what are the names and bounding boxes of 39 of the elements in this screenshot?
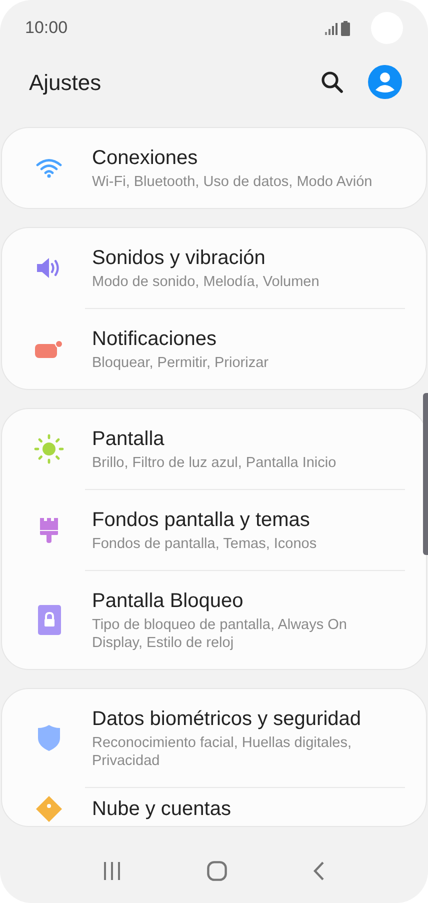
speaker-icon — [36, 256, 62, 280]
home-icon[interactable] — [207, 861, 227, 881]
settings-item[interactable]: Pantalla Bloqueo Tipo de bloqueo de pantalla, Always On Display, Estilo de reloj — [2, 571, 426, 669]
wifi-icon — [36, 158, 62, 178]
item-title: Datos biométricos y seguridad — [92, 707, 362, 732]
item-subtitle: Reconocimiento facial, Huellas digitales, Privacidad — [92, 734, 353, 770]
shield-icon — [38, 725, 60, 751]
settings-item[interactable]: Sonidos y vibración Modo de sonido, Melodía, Volumen — [2, 228, 426, 308]
item-title: Pantalla Bloqueo — [92, 589, 244, 614]
back-icon[interactable] — [313, 861, 325, 881]
item-subtitle: Wi-Fi, Bluetooth, Uso de datos, Modo Avión — [92, 173, 372, 191]
item-title: Notificaciones — [92, 327, 218, 352]
settings-item[interactable]: Notificaciones Bloquear, Permitir, Priorizar — [2, 309, 426, 389]
item-subtitle: Modo de sonido, Melodía, Volumen — [92, 273, 320, 291]
notification-icon — [35, 340, 63, 358]
page-title: Ajustes — [29, 68, 102, 97]
recent-apps-icon[interactable] — [103, 862, 121, 880]
profile-icon[interactable] — [368, 65, 402, 99]
item-subtitle: Fondos de pantalla, Temas, Iconos — [92, 535, 317, 553]
lock-icon — [38, 605, 60, 635]
item-title: Nube y cuentas — [92, 797, 231, 822]
settings-item[interactable]: Pantalla Brillo, Filtro de luz azul, Pantalla Inicio — [2, 409, 426, 489]
settings-item[interactable]: Fondos pantalla y temas Fondos de pantalla, Temas, Iconos — [2, 490, 426, 570]
battery-icon — [341, 20, 350, 36]
item-subtitle: Tipo de bloqueo de pantalla, Always On Display, Estilo de reloj — [92, 616, 348, 652]
signal-icon — [325, 22, 338, 34]
settings-item[interactable]: Conexiones Wi-Fi, Bluetooth, Uso de datos, Modo Avión — [2, 128, 426, 208]
status-time: 10:00 — [25, 17, 68, 40]
settings-item[interactable]: Nube y cuentas — [2, 788, 426, 826]
item-title: Conexiones — [92, 146, 199, 171]
paintbrush-icon — [39, 517, 59, 543]
settings-item[interactable]: Datos biométricos y seguridad Reconocimiento facial, Huellas digitales, Privacidad — [2, 689, 426, 787]
search-icon[interactable] — [321, 71, 343, 93]
sun-icon — [34, 434, 64, 464]
item-title: Fondos pantalla y temas — [92, 508, 311, 533]
item-title: Sonidos y vibración — [92, 246, 266, 271]
item-title: Pantalla — [92, 427, 166, 452]
item-subtitle: Brillo, Filtro de luz azul, Pantalla Inicio — [92, 454, 336, 472]
item-subtitle: Bloquear, Permitir, Priorizar — [92, 354, 268, 372]
